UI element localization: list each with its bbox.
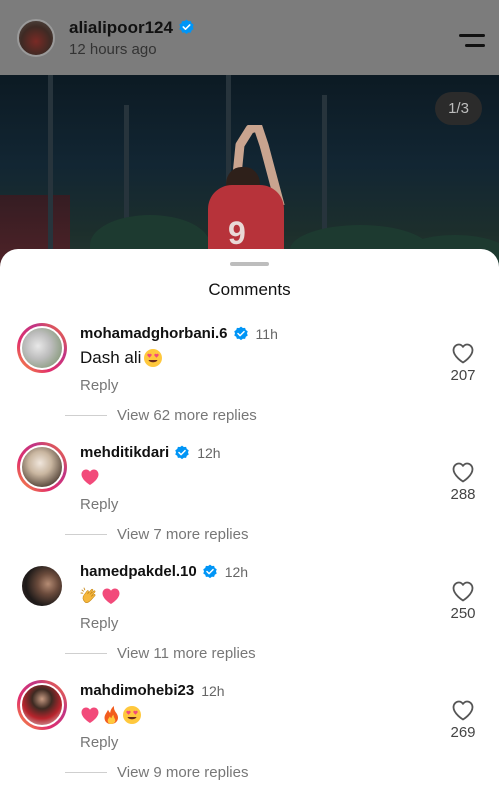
post-header: alialipoor124 12 hours ago: [0, 0, 499, 75]
view-more-replies-label: View 62 more replies: [117, 407, 257, 424]
divider-line: [65, 415, 107, 416]
comment-username[interactable]: mohamadghorbani.6: [80, 325, 228, 342]
verified-badge-icon: [175, 445, 189, 459]
divider-line: [65, 534, 107, 535]
like-heart-icon[interactable]: [450, 460, 476, 484]
heart-eyes-emoji-icon: [123, 706, 141, 724]
view-more-replies[interactable]: View 9 more replies: [65, 764, 248, 781]
comments-sheet: Comments mohamadghorbani.6 11h Dash ali …: [0, 249, 499, 800]
view-more-replies-label: View 9 more replies: [117, 764, 249, 781]
view-more-replies[interactable]: View 62 more replies: [65, 407, 257, 424]
comment-item: mehditikdari 12h Reply View 7 more repli…: [0, 442, 499, 561]
reply-button[interactable]: Reply: [80, 496, 118, 513]
commenter-avatar[interactable]: [17, 680, 67, 730]
comment-time: 12h: [224, 563, 249, 580]
divider-line: [65, 653, 107, 654]
pink-heart-emoji-icon: [102, 588, 120, 604]
sheet-title: Comments: [208, 280, 291, 299]
comment-header: mohamadghorbani.6 11h: [80, 325, 278, 342]
comment-username[interactable]: mehditikdari: [80, 444, 169, 461]
like-heart-icon[interactable]: [450, 341, 476, 365]
comment-header: mehditikdari 12h: [80, 444, 221, 461]
clapping-hands-emoji-icon: [80, 587, 96, 603]
commenter-avatar[interactable]: [17, 323, 67, 373]
comment-header: hamedpakdel.10 12h: [80, 563, 248, 580]
comment-time: 12h: [201, 682, 225, 699]
reply-button[interactable]: Reply: [80, 377, 118, 394]
comment-text: [80, 467, 101, 487]
author-info: alialipoor124 12 hours ago: [69, 18, 195, 58]
view-more-replies-label: View 7 more replies: [117, 526, 249, 543]
divider-line: [65, 772, 107, 773]
post-photo[interactable]: 9 1/3: [0, 75, 499, 275]
like-count: 250: [450, 605, 476, 622]
commenter-avatar[interactable]: [17, 561, 67, 611]
menu-icon[interactable]: [459, 34, 485, 50]
comment-text-value: Dash ali: [80, 348, 142, 367]
like-heart-icon[interactable]: [450, 579, 476, 603]
verified-badge-icon: [202, 564, 217, 578]
pink-heart-emoji-icon: [81, 707, 99, 723]
photo-counter: 1/3: [435, 92, 482, 125]
light-pole: [48, 75, 53, 275]
author-name-row: alialipoor124: [69, 18, 195, 38]
comment-username[interactable]: mahdimohebi23: [80, 682, 194, 699]
reply-button[interactable]: Reply: [80, 615, 118, 632]
like-count: 207: [450, 367, 476, 384]
comment-username[interactable]: hamedpakdel.10: [80, 563, 197, 580]
like-heart-icon[interactable]: [450, 698, 476, 722]
pink-heart-emoji-icon: [81, 469, 99, 485]
comment-time: 12h: [197, 444, 221, 461]
commenter-avatar[interactable]: [17, 442, 67, 492]
like-count: 288: [450, 486, 476, 503]
author-username[interactable]: alialipoor124: [69, 18, 173, 38]
verified-badge-icon: [179, 19, 194, 34]
post-time: 12 hours ago: [69, 40, 157, 58]
reply-button[interactable]: Reply: [80, 734, 118, 751]
comment-text: [80, 705, 143, 725]
author-avatar[interactable]: [17, 18, 55, 57]
comment-text: Dash ali: [80, 348, 164, 368]
like-count: 269: [450, 724, 476, 741]
heart-eyes-emoji-icon: [144, 349, 163, 367]
comment-item: mohamadghorbani.6 11h Dash ali Reply Vie…: [0, 323, 499, 442]
view-more-replies-label: View 11 more replies: [117, 645, 256, 662]
comment-time: 11h: [255, 325, 278, 342]
view-more-replies[interactable]: View 11 more replies: [65, 645, 256, 662]
view-more-replies[interactable]: View 7 more replies: [65, 526, 248, 543]
comment-item: hamedpakdel.10 12h Reply View 11 more re…: [0, 561, 499, 680]
jersey-number: 9: [228, 215, 246, 251]
comment-text: [80, 586, 122, 606]
comment-header: mahdimohebi23 12h: [80, 682, 225, 699]
verified-badge-icon: [233, 326, 248, 340]
comment-item: mahdimohebi23 12h Reply View 9 more repl…: [0, 680, 499, 799]
fire-emoji-icon: [104, 706, 118, 724]
sheet-grabber[interactable]: [230, 262, 269, 266]
